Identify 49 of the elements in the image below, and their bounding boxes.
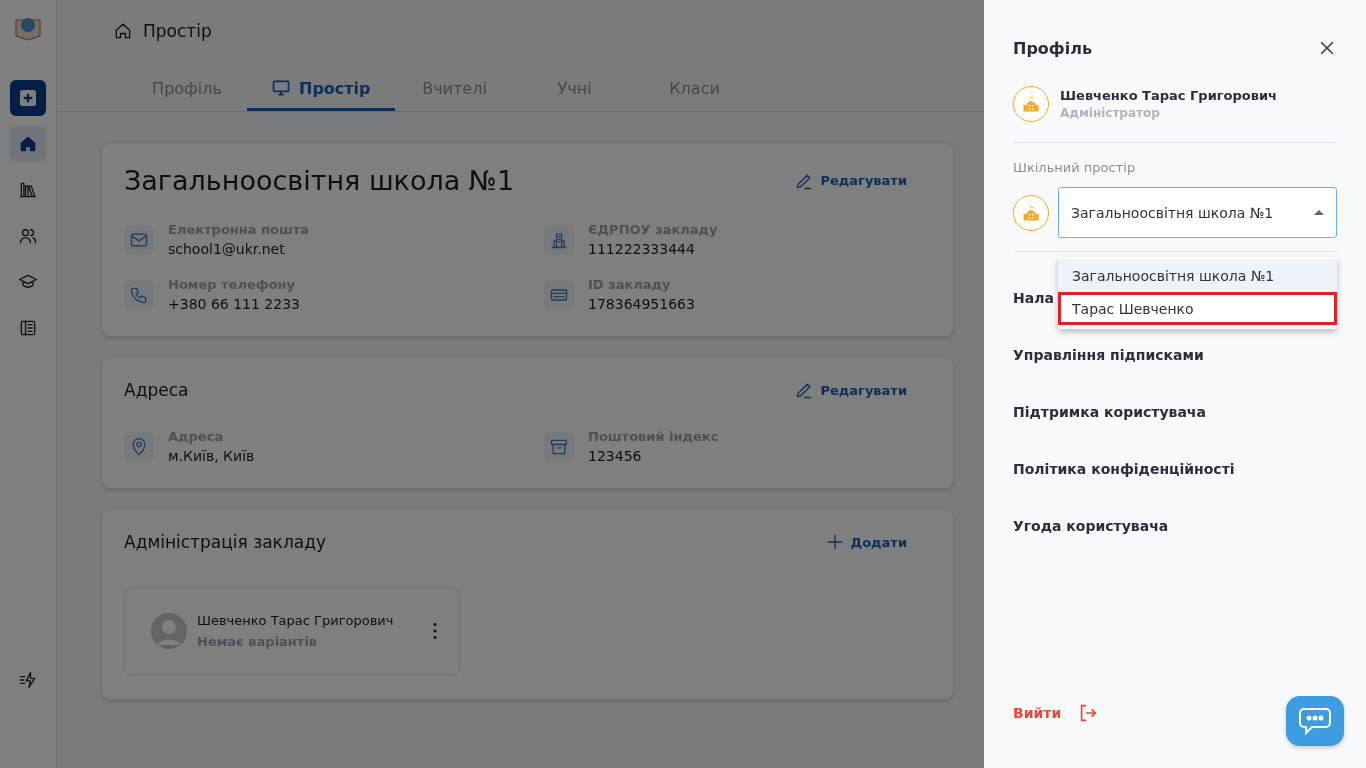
home-icon	[18, 134, 38, 154]
id-card-icon	[544, 279, 574, 310]
school-icon	[1013, 194, 1049, 231]
card-title: Адреса	[124, 380, 189, 400]
field-value: 123456	[588, 448, 643, 464]
card-title: Адміністрація закладу	[124, 532, 326, 552]
bolt-icon	[18, 670, 38, 690]
building-icon	[544, 224, 574, 255]
field-value: +380 66 111 2233	[168, 296, 300, 312]
books-icon	[18, 180, 38, 200]
logout-button[interactable]: Вийти	[1013, 702, 1100, 724]
home-icon	[113, 21, 133, 41]
field-value: 178364951663	[588, 296, 695, 312]
user-role: Адміністратор	[1060, 106, 1161, 120]
dropdown-option[interactable]: Тарас Шевченко	[1058, 292, 1337, 325]
breadcrumb-title: Простір	[143, 21, 212, 41]
edit-link[interactable]: Редагувати	[788, 169, 913, 192]
home-button[interactable]	[10, 126, 46, 162]
location-pin-icon	[124, 431, 154, 462]
edit-link[interactable]: Редагувати	[788, 379, 913, 401]
add-icon	[20, 90, 36, 106]
notebook-icon	[18, 318, 38, 338]
school-icon	[1013, 86, 1049, 122]
menu-item[interactable]: Підтримка користувача	[1013, 404, 1206, 420]
menu-item[interactable]: Політика конфіденційності	[1013, 461, 1235, 477]
field-value: 111222333444	[588, 241, 696, 257]
people-icon	[18, 226, 38, 246]
section-label: Шкільний простір	[1013, 160, 1137, 175]
monitor-icon	[271, 78, 291, 98]
dropdown-option[interactable]: Загальноосвітня школа №1	[1058, 259, 1337, 292]
menu-item[interactable]: Управління підписками	[1013, 347, 1204, 363]
archive-box-icon	[544, 431, 574, 462]
user-name: Шевченко Тарас Григорович	[1060, 88, 1277, 103]
card-title: Загальноосвітня школа №1	[124, 165, 515, 196]
add-button[interactable]	[10, 80, 46, 116]
field-value: school1@ukr.net	[168, 241, 286, 257]
phone-icon	[124, 279, 154, 310]
drawer-title: Профіль	[1013, 38, 1093, 58]
tab[interactable]: Простір	[247, 72, 395, 111]
menu-item[interactable]: Нала	[1013, 290, 1054, 306]
add-link[interactable]: Додати	[818, 531, 913, 553]
field-value: м.Київ, Київ	[168, 448, 255, 464]
menu-item[interactable]: Угода користувача	[1013, 518, 1169, 534]
chat-button[interactable]	[1286, 696, 1344, 746]
member-name: Шевченко Тарас Григорович	[197, 613, 395, 628]
more-icon	[433, 623, 437, 639]
chat-icon	[1298, 706, 1332, 736]
space-select[interactable]: Загальноосвітня школа №1	[1058, 187, 1337, 238]
envelope-icon	[124, 224, 154, 255]
